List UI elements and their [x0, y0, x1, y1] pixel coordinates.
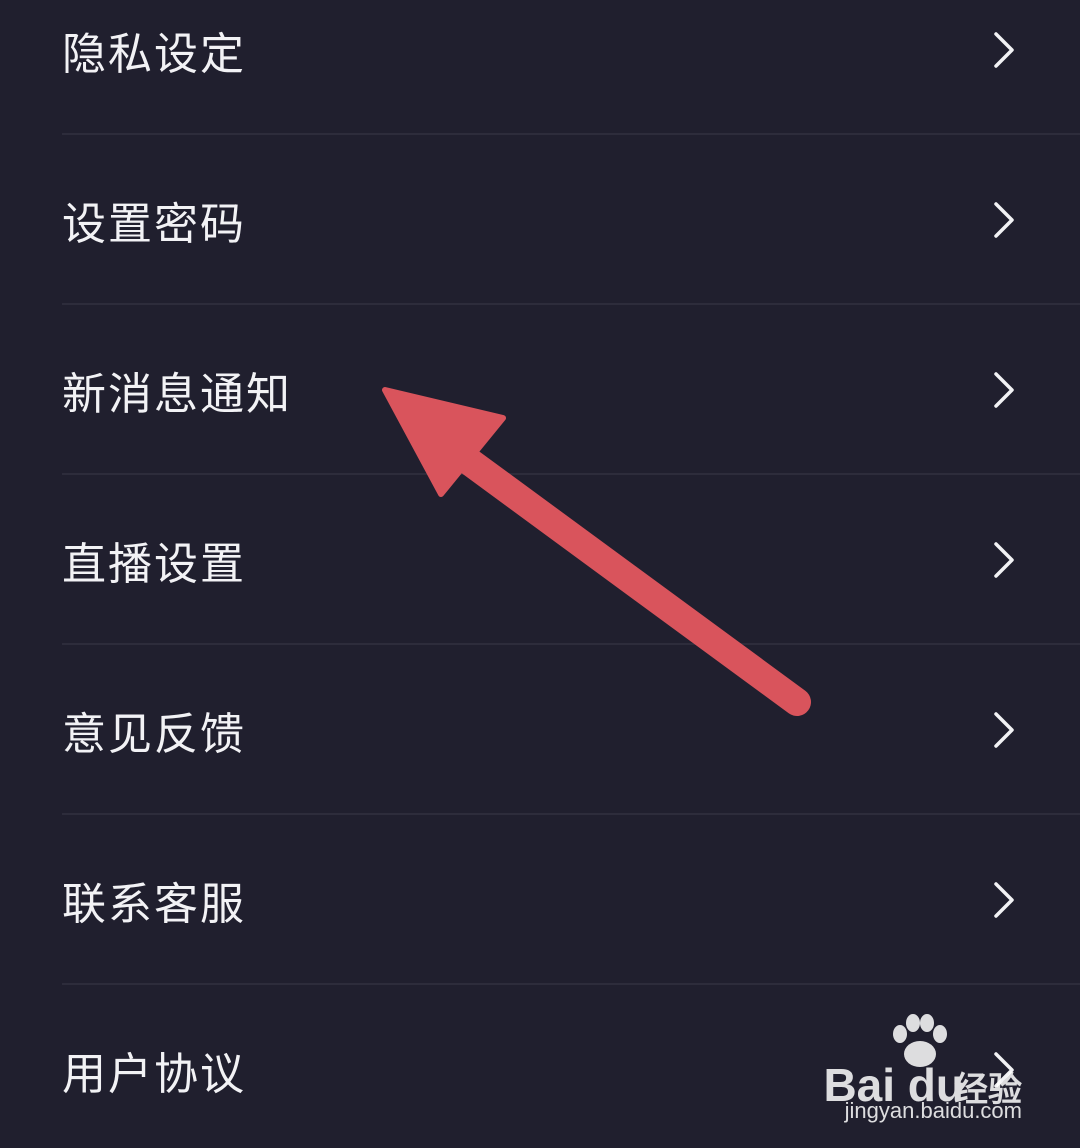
settings-item-label: 直播设置	[62, 539, 246, 590]
settings-item-label: 联系客服	[62, 879, 246, 930]
settings-item-label: 设置密码	[62, 199, 246, 250]
settings-item-label: 新消息通知	[62, 369, 292, 420]
chevron-right-icon	[990, 710, 1018, 750]
settings-item-feedback[interactable]: 意见反馈	[0, 645, 1080, 815]
settings-list: 隐私设定 设置密码 新消息通知 直播设置 意见反馈 联系客服 用户协议	[0, 0, 1080, 1148]
settings-item-live[interactable]: 直播设置	[0, 475, 1080, 645]
settings-item-label: 用户协议	[62, 1049, 246, 1100]
chevron-right-icon	[990, 200, 1018, 240]
settings-item-label: 隐私设定	[62, 29, 246, 80]
baidu-jingyan-watermark: Bai du 经验 jingyan.baidu.com	[822, 1014, 1022, 1124]
settings-item-support[interactable]: 联系客服	[0, 815, 1080, 985]
chevron-right-icon	[990, 370, 1018, 410]
settings-item-privacy[interactable]: 隐私设定	[0, 0, 1080, 135]
settings-item-notifications[interactable]: 新消息通知	[0, 305, 1080, 475]
chevron-right-icon	[990, 880, 1018, 920]
chevron-right-icon	[990, 30, 1018, 70]
settings-item-password[interactable]: 设置密码	[0, 135, 1080, 305]
settings-item-label: 意见反馈	[62, 709, 246, 760]
chevron-right-icon	[990, 540, 1018, 580]
watermark-url: jingyan.baidu.com	[844, 1098, 1022, 1123]
